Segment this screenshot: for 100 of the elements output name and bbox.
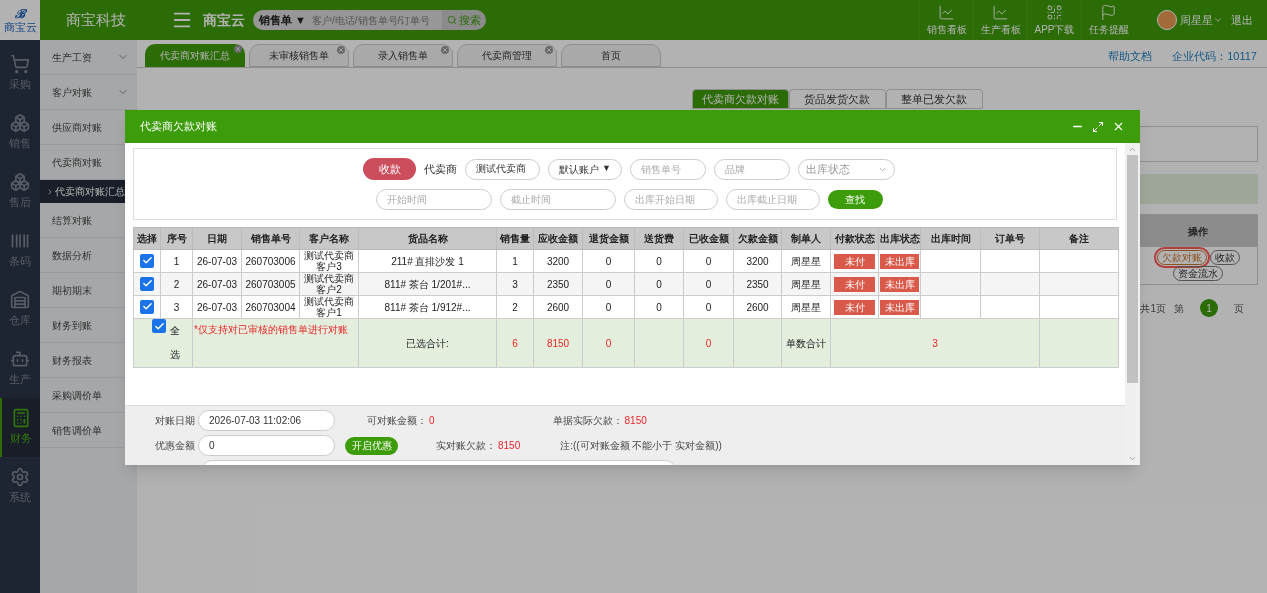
close-icon[interactable] xyxy=(1112,120,1125,133)
vendor-label: 代卖商 xyxy=(424,161,457,177)
column-header: 付款状态 xyxy=(830,227,879,250)
column-header: 退货金额 xyxy=(582,227,635,250)
column-header: 货品名称 xyxy=(358,227,497,250)
robot-icon xyxy=(10,349,30,370)
brand-field[interactable]: 品牌 xyxy=(714,158,790,180)
scroll-up-icon[interactable] xyxy=(1128,145,1137,154)
flag-icon xyxy=(1100,3,1117,21)
close-icon[interactable] xyxy=(337,46,345,54)
user-name[interactable]: 周星星 xyxy=(1180,11,1213,29)
table-cell: 单数合计 xyxy=(781,318,831,368)
close-icon[interactable] xyxy=(441,46,449,54)
order-number-field[interactable]: 销售单号 xyxy=(630,158,706,180)
page-tab[interactable]: 首页 xyxy=(561,44,661,67)
toolbar-button[interactable]: 生产看板 xyxy=(973,0,1027,40)
column-header: 备注 xyxy=(1039,227,1119,250)
table-cell: 26-07-03 xyxy=(192,249,242,273)
boxes-icon xyxy=(10,113,30,134)
help-link[interactable]: 帮助文档 xyxy=(1108,48,1153,65)
table-cell: 8150 xyxy=(533,318,583,368)
field-label: 实对账欠款： xyxy=(436,439,496,453)
submenu-item[interactable]: 客户对账 xyxy=(40,75,137,110)
table-cell: 0 xyxy=(683,249,734,273)
chart-icon xyxy=(938,3,955,21)
table-cell: 2350 xyxy=(733,272,782,296)
toolbar-button[interactable]: 销售看板 xyxy=(919,0,973,40)
discount-field[interactable]: 0 xyxy=(198,435,335,456)
page-tab[interactable]: 录入销售单 xyxy=(353,44,453,67)
avatar xyxy=(1157,10,1177,30)
out-start-date-field[interactable]: 出库开始日期 xyxy=(623,189,718,210)
sub-tab[interactable]: 整单已发欠款 xyxy=(885,89,983,109)
field-label: 对账日期 xyxy=(154,414,196,428)
toolbar-button[interactable]: APP下载 xyxy=(1027,0,1081,40)
table-cell: 1 xyxy=(160,249,193,273)
table-cell: 周星星 xyxy=(781,272,831,296)
nav-item[interactable]: 财务 xyxy=(0,398,40,457)
footer-note: 注:((可对账金额 不能小于 实对金额)) xyxy=(560,439,722,453)
table-cell: 0 xyxy=(683,318,734,368)
sub-tab[interactable]: 货品发货欠款 xyxy=(788,89,886,109)
close-icon[interactable] xyxy=(234,45,242,53)
table-cell: 260703005 xyxy=(241,272,300,296)
app-logo: 商宝云 xyxy=(203,10,245,30)
table-cell: 0 xyxy=(634,295,684,319)
start-time-field[interactable]: 开始时间 xyxy=(375,189,492,210)
date-field[interactable]: 2026-07-03 11:02:06 xyxy=(198,410,335,431)
page-tab[interactable]: 未审核销售单 xyxy=(249,44,349,67)
column-header: 序号 xyxy=(160,227,193,250)
table-cell: 0 xyxy=(634,249,684,273)
end-time-field[interactable]: 截止时间 xyxy=(499,189,616,210)
checkbox[interactable] xyxy=(140,253,154,268)
vendor-field[interactable]: 测试代卖商 xyxy=(465,158,540,180)
find-button[interactable]: 查找 xyxy=(827,190,883,209)
table-cell: 3 xyxy=(830,318,1040,368)
column-header: 销售单号 xyxy=(241,227,300,250)
search-scope[interactable]: 销售单 ▼ xyxy=(253,10,312,30)
table-cell: 26-07-03 xyxy=(192,272,242,296)
search-icon xyxy=(446,15,457,25)
collect-button[interactable]: 收款 xyxy=(363,158,416,180)
status-badge: 未出库 xyxy=(880,276,919,292)
sub-tab[interactable]: 代卖商欠款对账 xyxy=(691,89,789,109)
maximize-icon[interactable] xyxy=(1092,120,1104,133)
logout-link[interactable]: 退出 xyxy=(1231,11,1253,29)
chart-icon xyxy=(992,3,1009,21)
table-cell: 2600 xyxy=(533,295,583,319)
scrollbar[interactable] xyxy=(1125,143,1140,465)
checkbox[interactable] xyxy=(140,299,154,314)
warehouse-icon xyxy=(10,290,30,311)
status-badge: 未出库 xyxy=(880,253,919,269)
page-tab[interactable]: 代卖商管理 xyxy=(457,44,557,67)
table-cell: 2 xyxy=(496,295,534,319)
column-header: 应收金额 xyxy=(533,227,583,250)
status-badge: 未付 xyxy=(834,299,875,315)
column-header: 送货费 xyxy=(634,227,684,250)
field-label: 单据实际欠款： xyxy=(552,414,623,428)
submenu-item[interactable]: 生产工资 xyxy=(40,40,137,75)
checkbox[interactable] xyxy=(140,276,154,291)
page-total: 共1页 xyxy=(1140,301,1166,316)
table-cell: 0 xyxy=(582,295,635,319)
calculator-icon xyxy=(11,408,31,429)
scroll-down-icon[interactable] xyxy=(1128,454,1137,463)
column-header: 操作 xyxy=(1139,215,1257,247)
checkbox[interactable] xyxy=(152,319,166,333)
toolbar-button[interactable]: 任务提醒 xyxy=(1081,0,1135,40)
enable-discount-button[interactable]: 开启优惠 xyxy=(345,436,398,455)
table-cell: 0 xyxy=(634,272,684,296)
close-icon[interactable] xyxy=(545,46,553,54)
page-number[interactable]: 1 xyxy=(1200,299,1218,317)
qr-code-icon xyxy=(1046,3,1063,21)
table-cell: 811# 茶台 1/201#... xyxy=(358,272,497,296)
action-button[interactable]: 欠款对账 xyxy=(1156,250,1207,265)
amount-value: 0 xyxy=(429,414,435,428)
check-icon xyxy=(153,320,165,332)
page-tab[interactable]: 代卖商对账汇总 xyxy=(145,44,245,67)
out-end-date-field[interactable]: 出库截止日期 xyxy=(725,189,820,210)
status-badge: 未付 xyxy=(834,276,875,292)
status-badge: 未出库 xyxy=(880,299,919,315)
table-note: *仅支持对已审核的销售单进行对账 xyxy=(192,318,359,368)
table-cell: 0 xyxy=(582,249,635,273)
dialog-title: 代卖商欠款对账 xyxy=(140,119,217,135)
